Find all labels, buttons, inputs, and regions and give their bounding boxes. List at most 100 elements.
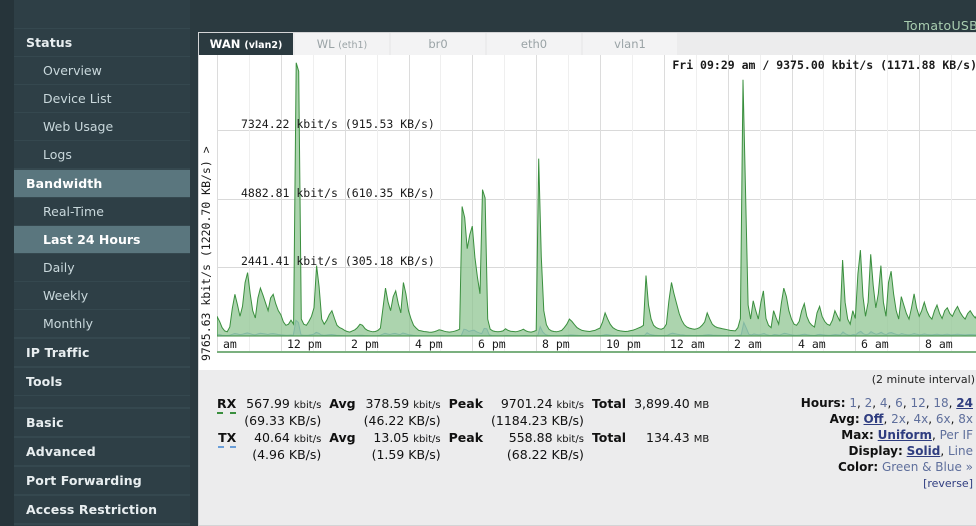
chart-x-tick-label: 12 pm	[287, 337, 322, 351]
hours-label: Hours:	[800, 396, 846, 410]
chart-x-tick-label: 8 pm	[542, 337, 570, 351]
sidebar-item-real-time[interactable]: Real-Time	[14, 198, 190, 226]
tab-sublabel: (eth1)	[338, 40, 368, 51]
tab-label: WAN	[209, 37, 241, 51]
color-scheme-link[interactable]: Green & Blue »	[882, 460, 973, 474]
avg-option-2x[interactable]: 2x	[891, 412, 906, 426]
chart-gridline-label: 2441.41 kbit/s (305.18 KB/s)	[241, 254, 435, 269]
chart-plot-area: 2441.41 kbit/s (305.18 KB/s) 4882.81 kbit…	[217, 55, 976, 353]
sidebar-item-device-list[interactable]: Device List	[14, 85, 190, 113]
chart-options: Hours: 1, 2, 4, 6, 12, 18, 24 Avg: Off, 2…	[801, 395, 973, 492]
tab-vlan1[interactable]: vlan1	[583, 33, 679, 55]
sidebar-section-basic[interactable]: Basic	[14, 408, 190, 437]
stats-current-value: 567.99 kbit/s	[240, 395, 325, 412]
stats-avg-unit: kbit/s	[413, 400, 441, 411]
main-content: TomatoUSB WAN (vlan2) WL (eth1) br0 eth0 vla…	[190, 0, 976, 526]
stats-peak-value: 9701.24 kbit/s	[487, 395, 588, 412]
display-label: Display:	[848, 444, 903, 458]
stats-direction-label: RX	[217, 396, 237, 414]
tab-eth0[interactable]: eth0	[487, 33, 583, 55]
sidebar-item-last-24-hours[interactable]: Last 24 Hours	[14, 226, 190, 254]
sidebar-item-weekly[interactable]: Weekly	[14, 282, 190, 310]
chart-x-tick-label: am	[223, 337, 237, 351]
hours-option-24[interactable]: 24	[956, 396, 973, 410]
stats-row: TX 40.64 kbit/s Avg 13.05 kbit/s Peak 558.88 …	[213, 429, 713, 448]
sidebar-item-daily[interactable]: Daily	[14, 254, 190, 282]
tab-wl[interactable]: WL (eth1)	[295, 33, 391, 55]
stats-row-sub: (4.96 KB/s) (1.59 KB/s) (68.22 KB/s)	[213, 446, 713, 463]
avg-option-8x[interactable]: 8x	[958, 412, 973, 426]
hours-option-6[interactable]: 6	[895, 396, 903, 410]
max-option-per-if[interactable]: Per IF	[940, 428, 973, 442]
stats-total-number: 134.43	[646, 430, 690, 445]
tab-sublabel: (vlan2)	[244, 40, 283, 51]
stats-total-label: Total	[591, 396, 627, 411]
max-option-uniform[interactable]: Uniform	[878, 428, 932, 442]
sidebar-section-status[interactable]: Status	[14, 28, 190, 57]
sidebar-section-access-restriction[interactable]: Access Restriction	[14, 495, 190, 524]
max-row: Max: Uniform, Per IF	[841, 428, 973, 442]
hours-row: Hours: 1, 2, 4, 6, 12, 18, 24	[800, 396, 973, 410]
display-option-line[interactable]: Line	[948, 444, 973, 458]
hours-option-18[interactable]: 18	[933, 396, 948, 410]
stats-row-sub: (69.33 KB/s) (46.22 KB/s) (1184.23 KB/s)	[213, 412, 713, 429]
stats-peak-number: 9701.24	[500, 396, 553, 411]
stats-peak-unit: kbit/s	[556, 434, 584, 445]
hours-option-2[interactable]: 2	[865, 396, 873, 410]
chart-interval-note: (2 minute interval)	[871, 373, 975, 386]
chart-series-layer	[217, 62, 976, 337]
avg-label: Avg:	[829, 412, 860, 426]
color-label: Color:	[838, 460, 879, 474]
sidebar-item-web-usage[interactable]: Web Usage	[14, 113, 190, 141]
stats-avg-label: Avg	[329, 396, 356, 411]
sidebar-section-bandwidth[interactable]: Bandwidth	[14, 169, 190, 198]
sidebar-item-overview[interactable]: Overview	[14, 57, 190, 85]
stats-table: RX 567.99 kbit/s Avg 378.59 kbit/s Peak 9701.…	[213, 395, 713, 463]
sidebar-item-logs[interactable]: Logs	[14, 141, 190, 169]
chart-x-tick-label: 12 am	[670, 337, 705, 351]
sidebar-section-ip-traffic[interactable]: IP Traffic	[14, 338, 190, 367]
sidebar-section-advanced[interactable]: Advanced	[14, 437, 190, 466]
stats-total-label: Total	[591, 430, 627, 445]
stats-avg-value: 13.05 kbit/s	[360, 429, 445, 446]
chart-x-tick-label: 8 am	[925, 337, 953, 351]
sidebar: Status Overview Device List Web Usage Logs Ba…	[14, 0, 190, 526]
stats-current-sub: (69.33 KB/s)	[244, 413, 322, 428]
bandwidth-stats: RX 567.99 kbit/s Avg 378.59 kbit/s Peak 9701.…	[213, 395, 713, 463]
tab-label: eth0	[520, 37, 548, 51]
avg-option-6x[interactable]: 6x	[936, 412, 951, 426]
tab-label: WL	[316, 37, 335, 51]
sidebar-section-port-forwarding[interactable]: Port Forwarding	[14, 466, 190, 495]
stats-avg-sub: (46.22 KB/s)	[363, 413, 441, 428]
stats-current-value: 40.64 kbit/s	[240, 429, 325, 446]
tab-br0[interactable]: br0	[391, 33, 487, 55]
brand-logo: TomatoUSB	[904, 18, 976, 33]
content-panel: WAN (vlan2) WL (eth1) br0 eth0 vlan1 Fri 09:…	[198, 32, 976, 526]
stats-peak-sub: (68.22 KB/s)	[506, 447, 584, 462]
stats-peak-label: Peak	[448, 396, 484, 411]
page-root: Status Overview Device List Web Usage Logs Ba…	[0, 0, 976, 526]
chart-x-tick-label: 2 pm	[351, 337, 379, 351]
avg-row: Avg: Off, 2x, 4x, 6x, 8x	[829, 412, 973, 426]
interface-tabs: WAN (vlan2) WL (eth1) br0 eth0 vlan1	[199, 33, 976, 55]
hours-option-1[interactable]: 1	[849, 396, 857, 410]
tab-wan[interactable]: WAN (vlan2)	[199, 33, 295, 55]
avg-option-4x[interactable]: 4x	[913, 412, 928, 426]
reverse-link[interactable]: [reverse]	[923, 477, 973, 490]
tab-label: br0	[428, 37, 448, 51]
chart-y-axis-title-text: 9765.63 kbit/s (1220.70 KB/s) >	[199, 146, 213, 361]
stats-avg-number: 378.59	[365, 396, 410, 411]
avg-option-off[interactable]: Off	[864, 412, 884, 426]
stats-current-unit: kbit/s	[293, 400, 322, 411]
hours-option-12[interactable]: 12	[910, 396, 925, 410]
sidebar-item-monthly[interactable]: Monthly	[14, 310, 190, 338]
chart-x-tick-label: 6 pm	[478, 337, 506, 351]
sidebar-section-tools[interactable]: Tools	[14, 367, 190, 396]
chart-x-tick-label: 2 am	[734, 337, 762, 351]
chart-baseline	[217, 351, 976, 353]
chart-x-tick-label: 4 pm	[415, 337, 443, 351]
display-option-solid[interactable]: Solid	[907, 444, 941, 458]
left-gutter	[0, 0, 14, 526]
hours-option-4[interactable]: 4	[880, 396, 888, 410]
chart-current-readout: Fri 09:29 am / 9375.00 kbit/s (1171.88 K…	[672, 58, 976, 72]
